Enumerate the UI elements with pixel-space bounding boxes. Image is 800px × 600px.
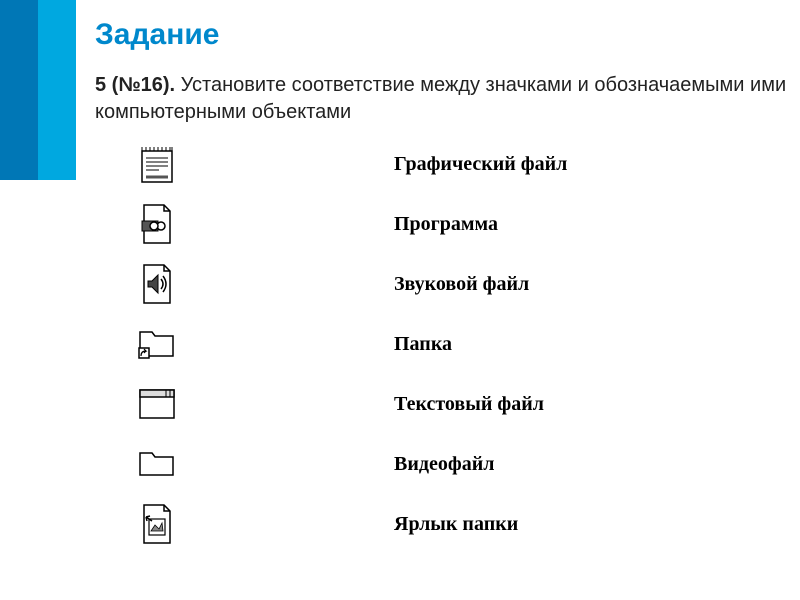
match-row: Ярлык папки	[135, 494, 800, 554]
sidebar-stripe-dark	[0, 0, 38, 180]
match-label: Видеофайл	[179, 453, 494, 476]
match-row: Видеофайл	[135, 434, 800, 494]
match-area: Графический файл Программа	[95, 134, 800, 554]
page-title: Задание	[95, 18, 800, 52]
match-label: Текстовый файл	[179, 393, 544, 416]
folder-icon	[135, 442, 179, 486]
program-window-icon	[135, 382, 179, 426]
match-row: Графический файл	[135, 134, 800, 194]
match-row: Текстовый файл	[135, 374, 800, 434]
task-body: Установите соответствие между значками и…	[95, 74, 786, 123]
match-row: Программа	[135, 194, 800, 254]
sidebar-stripe-light	[38, 0, 76, 180]
audio-file-icon	[135, 262, 179, 306]
task-number: 5 (№16).	[95, 74, 175, 96]
match-label: Программа	[179, 213, 498, 236]
image-file-icon	[135, 502, 179, 546]
match-label: Ярлык папки	[179, 513, 518, 536]
content: Задание 5 (№16). Установите соответствие…	[0, 0, 800, 554]
match-label: Звуковой файл	[179, 273, 529, 296]
video-file-icon	[135, 202, 179, 246]
match-row: Звуковой файл	[135, 254, 800, 314]
text-document-icon	[135, 142, 179, 186]
task-text: 5 (№16). Установите соответствие между з…	[95, 72, 800, 126]
folder-shortcut-icon	[135, 322, 179, 366]
match-row: Папка	[135, 314, 800, 374]
match-label: Графический файл	[179, 153, 567, 176]
match-label: Папка	[179, 333, 452, 356]
